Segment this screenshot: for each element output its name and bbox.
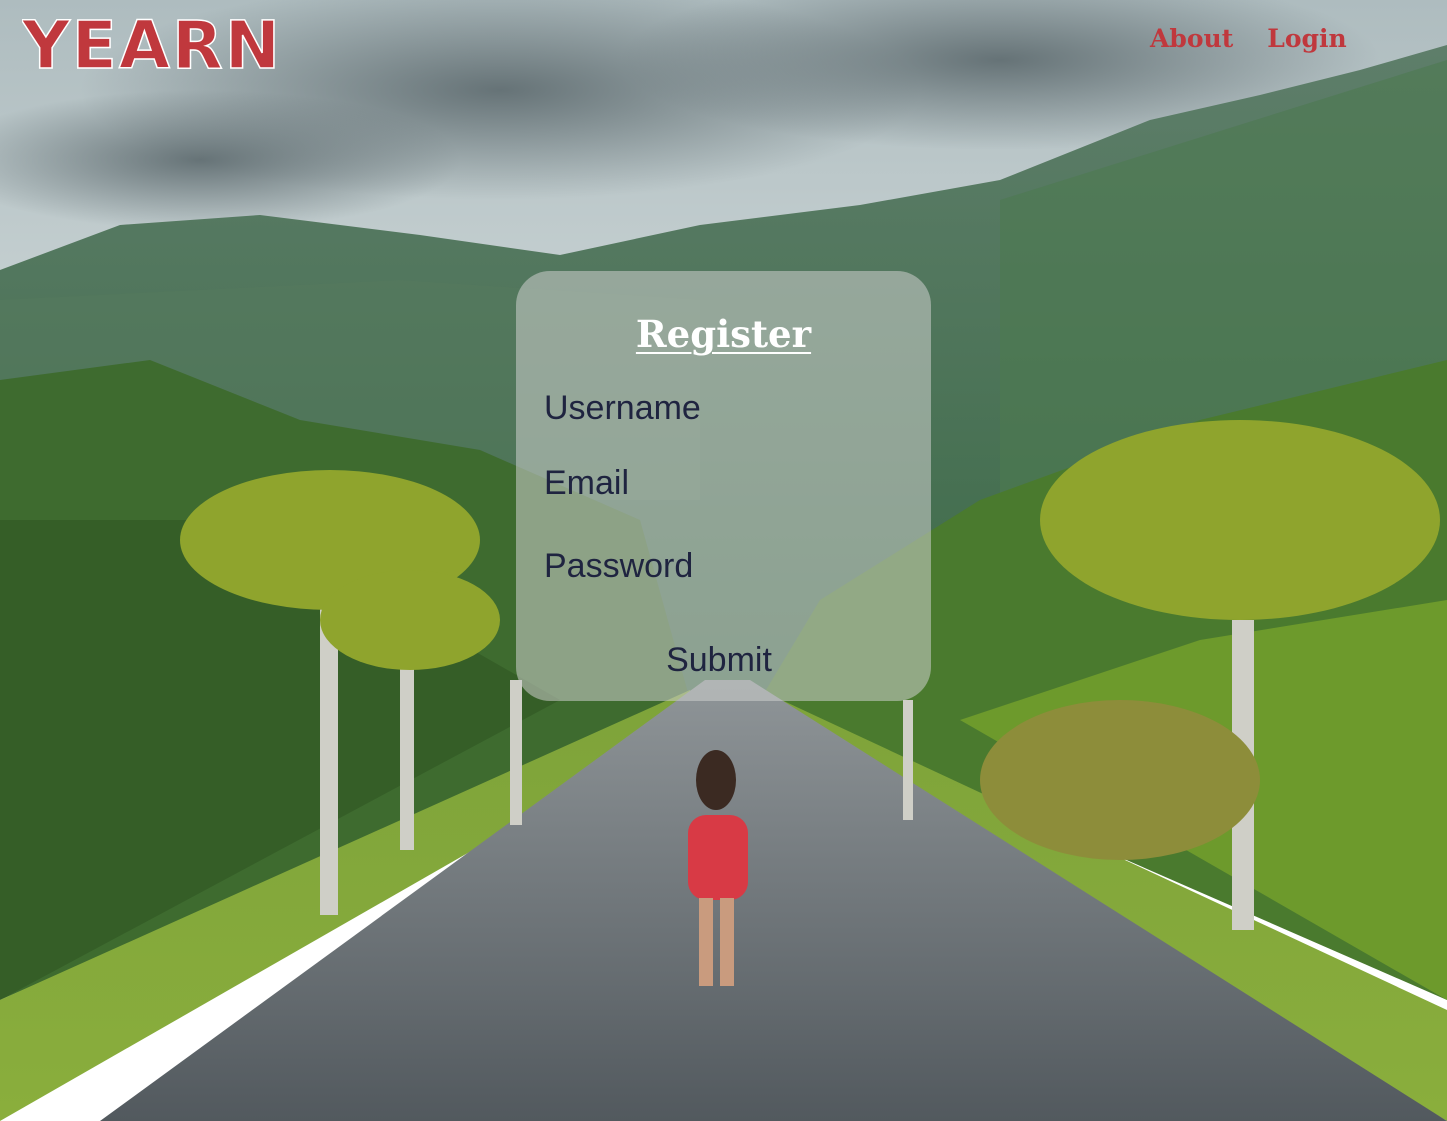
submit-button[interactable]: Submit	[629, 638, 809, 682]
brand-logo-text: YEARN	[22, 10, 282, 74]
password-field[interactable]	[544, 544, 904, 588]
email-field[interactable]	[544, 461, 904, 505]
register-title: Register	[635, 312, 812, 356]
top-nav: About Login	[1150, 24, 1347, 53]
nav-about-link[interactable]: About	[1150, 24, 1233, 53]
nav-login-link[interactable]: Login	[1267, 24, 1346, 53]
username-field[interactable]	[544, 386, 904, 430]
brand-logo[interactable]: YEARN	[20, 6, 284, 85]
